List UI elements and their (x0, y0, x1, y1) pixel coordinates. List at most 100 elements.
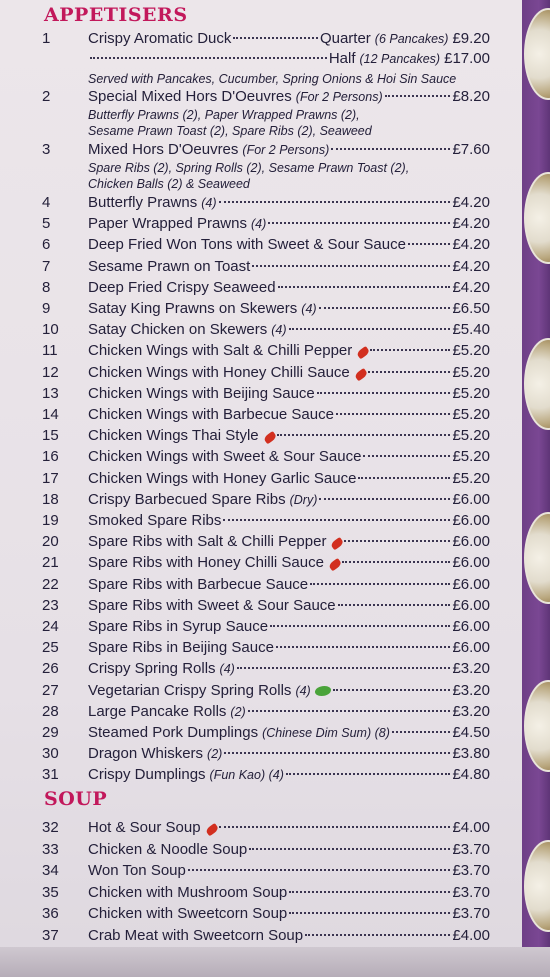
item-name: Spare Ribs with Sweet & Sour Sauce (88, 596, 336, 614)
item-name: Chicken Wings with Beijing Sauce (88, 384, 315, 402)
item-price: £6.00 (452, 618, 490, 635)
item-name: Crispy Barbecued Spare Ribs (88, 490, 286, 508)
item-price: £6.00 (452, 533, 490, 551)
dot-leader (331, 147, 451, 150)
item-price: £3.70 (452, 862, 490, 879)
item-number: 28 (42, 702, 59, 720)
item-number: 36 (42, 905, 59, 922)
item-price: £7.60 (452, 141, 490, 158)
item-price: £4.20 (452, 278, 490, 296)
dot-leader (358, 476, 451, 479)
item-note: (2) (207, 747, 223, 762)
menu-item-21: 21 Spare Ribs with Honey Chilli Sauce £6.0… (42, 554, 490, 576)
menu-item-1-half: Half (12 Pancakes) £17.00 (88, 50, 490, 72)
item-note: (Dry) (289, 492, 318, 507)
menu-item-3: 3 Mixed Hors D'Oeuvres (For 2 Persons) £… (42, 141, 490, 163)
menu-item-34: 34 Won Ton Soup £3.70 (42, 862, 490, 884)
food-photo (524, 840, 550, 932)
item-name: Paper Wrapped Prawns (88, 215, 247, 233)
appetisers-heading: APPETISERS (44, 4, 188, 26)
dot-leader (270, 624, 451, 627)
menu-item-9: 9 Satay King Prawns on Skewers (4) £6.50 (42, 300, 490, 322)
item-price: £6.00 (452, 575, 490, 593)
menu-item-15: 15 Chicken Wings Thai Style £5.20 (42, 427, 490, 449)
menu-item-7: 7 Sesame Prawn on Toast £4.20 (42, 258, 490, 280)
dot-leader (236, 666, 451, 670)
item-number: 4 (42, 194, 51, 211)
item-price: £5.20 (452, 363, 490, 381)
item-name: Chicken Wings with Barbecue Sauce (88, 406, 334, 423)
item-price: £3.70 (452, 840, 490, 858)
item-name: Chicken Wings with Honey Chilli Sauce (88, 363, 350, 381)
dot-leader (407, 242, 451, 246)
item-name: Sesame Prawn on Toast (88, 257, 251, 275)
item-note: (4) (271, 323, 287, 338)
item-name: Mixed Hors D'Oeuvres (88, 141, 239, 158)
dot-leader (344, 539, 451, 543)
menu-item-6: 6 Deep Fried Won Tons with Sweet & Sour S… (42, 236, 490, 258)
dot-leader (288, 327, 451, 331)
menu-item-37: 37 Crab Meat with Sweetcorn Soup £4.00 (42, 927, 490, 949)
item-number: 15 (42, 427, 59, 445)
item-note: (Chinese Dim Sum) (8) (262, 726, 390, 740)
menu-page: APPETISERS 1 Crispy Aromatic Duck Quarte… (0, 0, 550, 977)
dot-leader (289, 890, 451, 893)
dot-leader (223, 518, 451, 521)
item-name: Chicken with Mushroom Soup (88, 883, 288, 901)
item-name: Crispy Spring Rolls (88, 660, 216, 678)
item-price: £4.20 (452, 236, 490, 254)
item-note: (4) (250, 217, 267, 232)
item-number: 13 (42, 384, 59, 402)
item-price: £4.20 (452, 194, 490, 211)
item-number: 17 (42, 469, 59, 487)
chili-icon (262, 431, 277, 445)
item-number: 14 (42, 406, 59, 423)
item-name: Crispy Aromatic Duck (88, 30, 232, 47)
item-name: Chicken Wings with Salt & Chilli Pepper (88, 342, 353, 360)
item-name: Spare Ribs with Honey Chilli Sauce (88, 554, 324, 572)
table-edge (0, 947, 550, 977)
vegetarian-icon (314, 685, 331, 696)
dot-leader (90, 56, 327, 59)
food-photo (524, 512, 550, 604)
item-name: Hot & Sour Soup (88, 819, 201, 836)
menu-item-30: 30 Dragon Whiskers (2) £3.80 (42, 745, 490, 767)
chili-icon (204, 822, 219, 837)
menu-item-28: 28 Large Pancake Rolls (2) £3.20 (42, 703, 490, 725)
menu-item-20: 20 Spare Ribs with Salt & Chilli Pepper £6… (42, 533, 490, 555)
item-price: £6.00 (452, 639, 490, 657)
menu-item-33: 33 Chicken & Noodle Soup £3.70 (42, 841, 490, 863)
item-price: £17.00 (444, 50, 490, 67)
item-number: 31 (42, 766, 59, 784)
chili-icon (330, 537, 345, 551)
menu-item-13: 13 Chicken Wings with Beijing Sauce £5.20 (42, 385, 490, 407)
item-note: (For 2 Persons) (295, 90, 383, 104)
dot-leader (275, 645, 451, 649)
menu-item-5: 5 Paper Wrapped Prawns (4) £4.20 (42, 215, 490, 237)
menu-item-27: 27 Vegetarian Crispy Spring Rolls (4) £3.20 (42, 682, 490, 704)
item-price: £3.20 (452, 702, 490, 720)
dot-leader (224, 751, 451, 755)
item-price: £6.00 (452, 596, 490, 614)
dot-leader (367, 370, 451, 373)
item-name: Chicken & Noodle Soup (88, 840, 248, 858)
item-number: 21 (42, 554, 59, 572)
item-price: £3.70 (452, 883, 490, 901)
item-number: 9 (42, 300, 51, 317)
item-number: 26 (42, 660, 59, 678)
item-number: 3 (42, 141, 51, 158)
item-number: 25 (42, 639, 59, 657)
item-price: £8.20 (452, 88, 490, 105)
menu-item-26: 26 Crispy Spring Rolls (4) £3.20 (42, 660, 490, 682)
item-number: 5 (42, 215, 51, 233)
menu-item-8: 8 Deep Fried Crispy Seaweed £4.20 (42, 279, 490, 301)
item-number: 29 (42, 724, 59, 741)
dot-leader (285, 772, 451, 776)
item-price: £6.00 (452, 490, 490, 508)
menu-item-19: 19 Smoked Spare Ribs £6.00 (42, 512, 490, 534)
dot-leader (363, 454, 451, 458)
menu-item-16: 16 Chicken Wings with Sweet & Sour Sauce £… (42, 448, 490, 470)
dot-leader (316, 391, 451, 394)
item-name: Satay King Prawns on Skewers (88, 300, 298, 317)
item-note: (4) (219, 662, 235, 677)
